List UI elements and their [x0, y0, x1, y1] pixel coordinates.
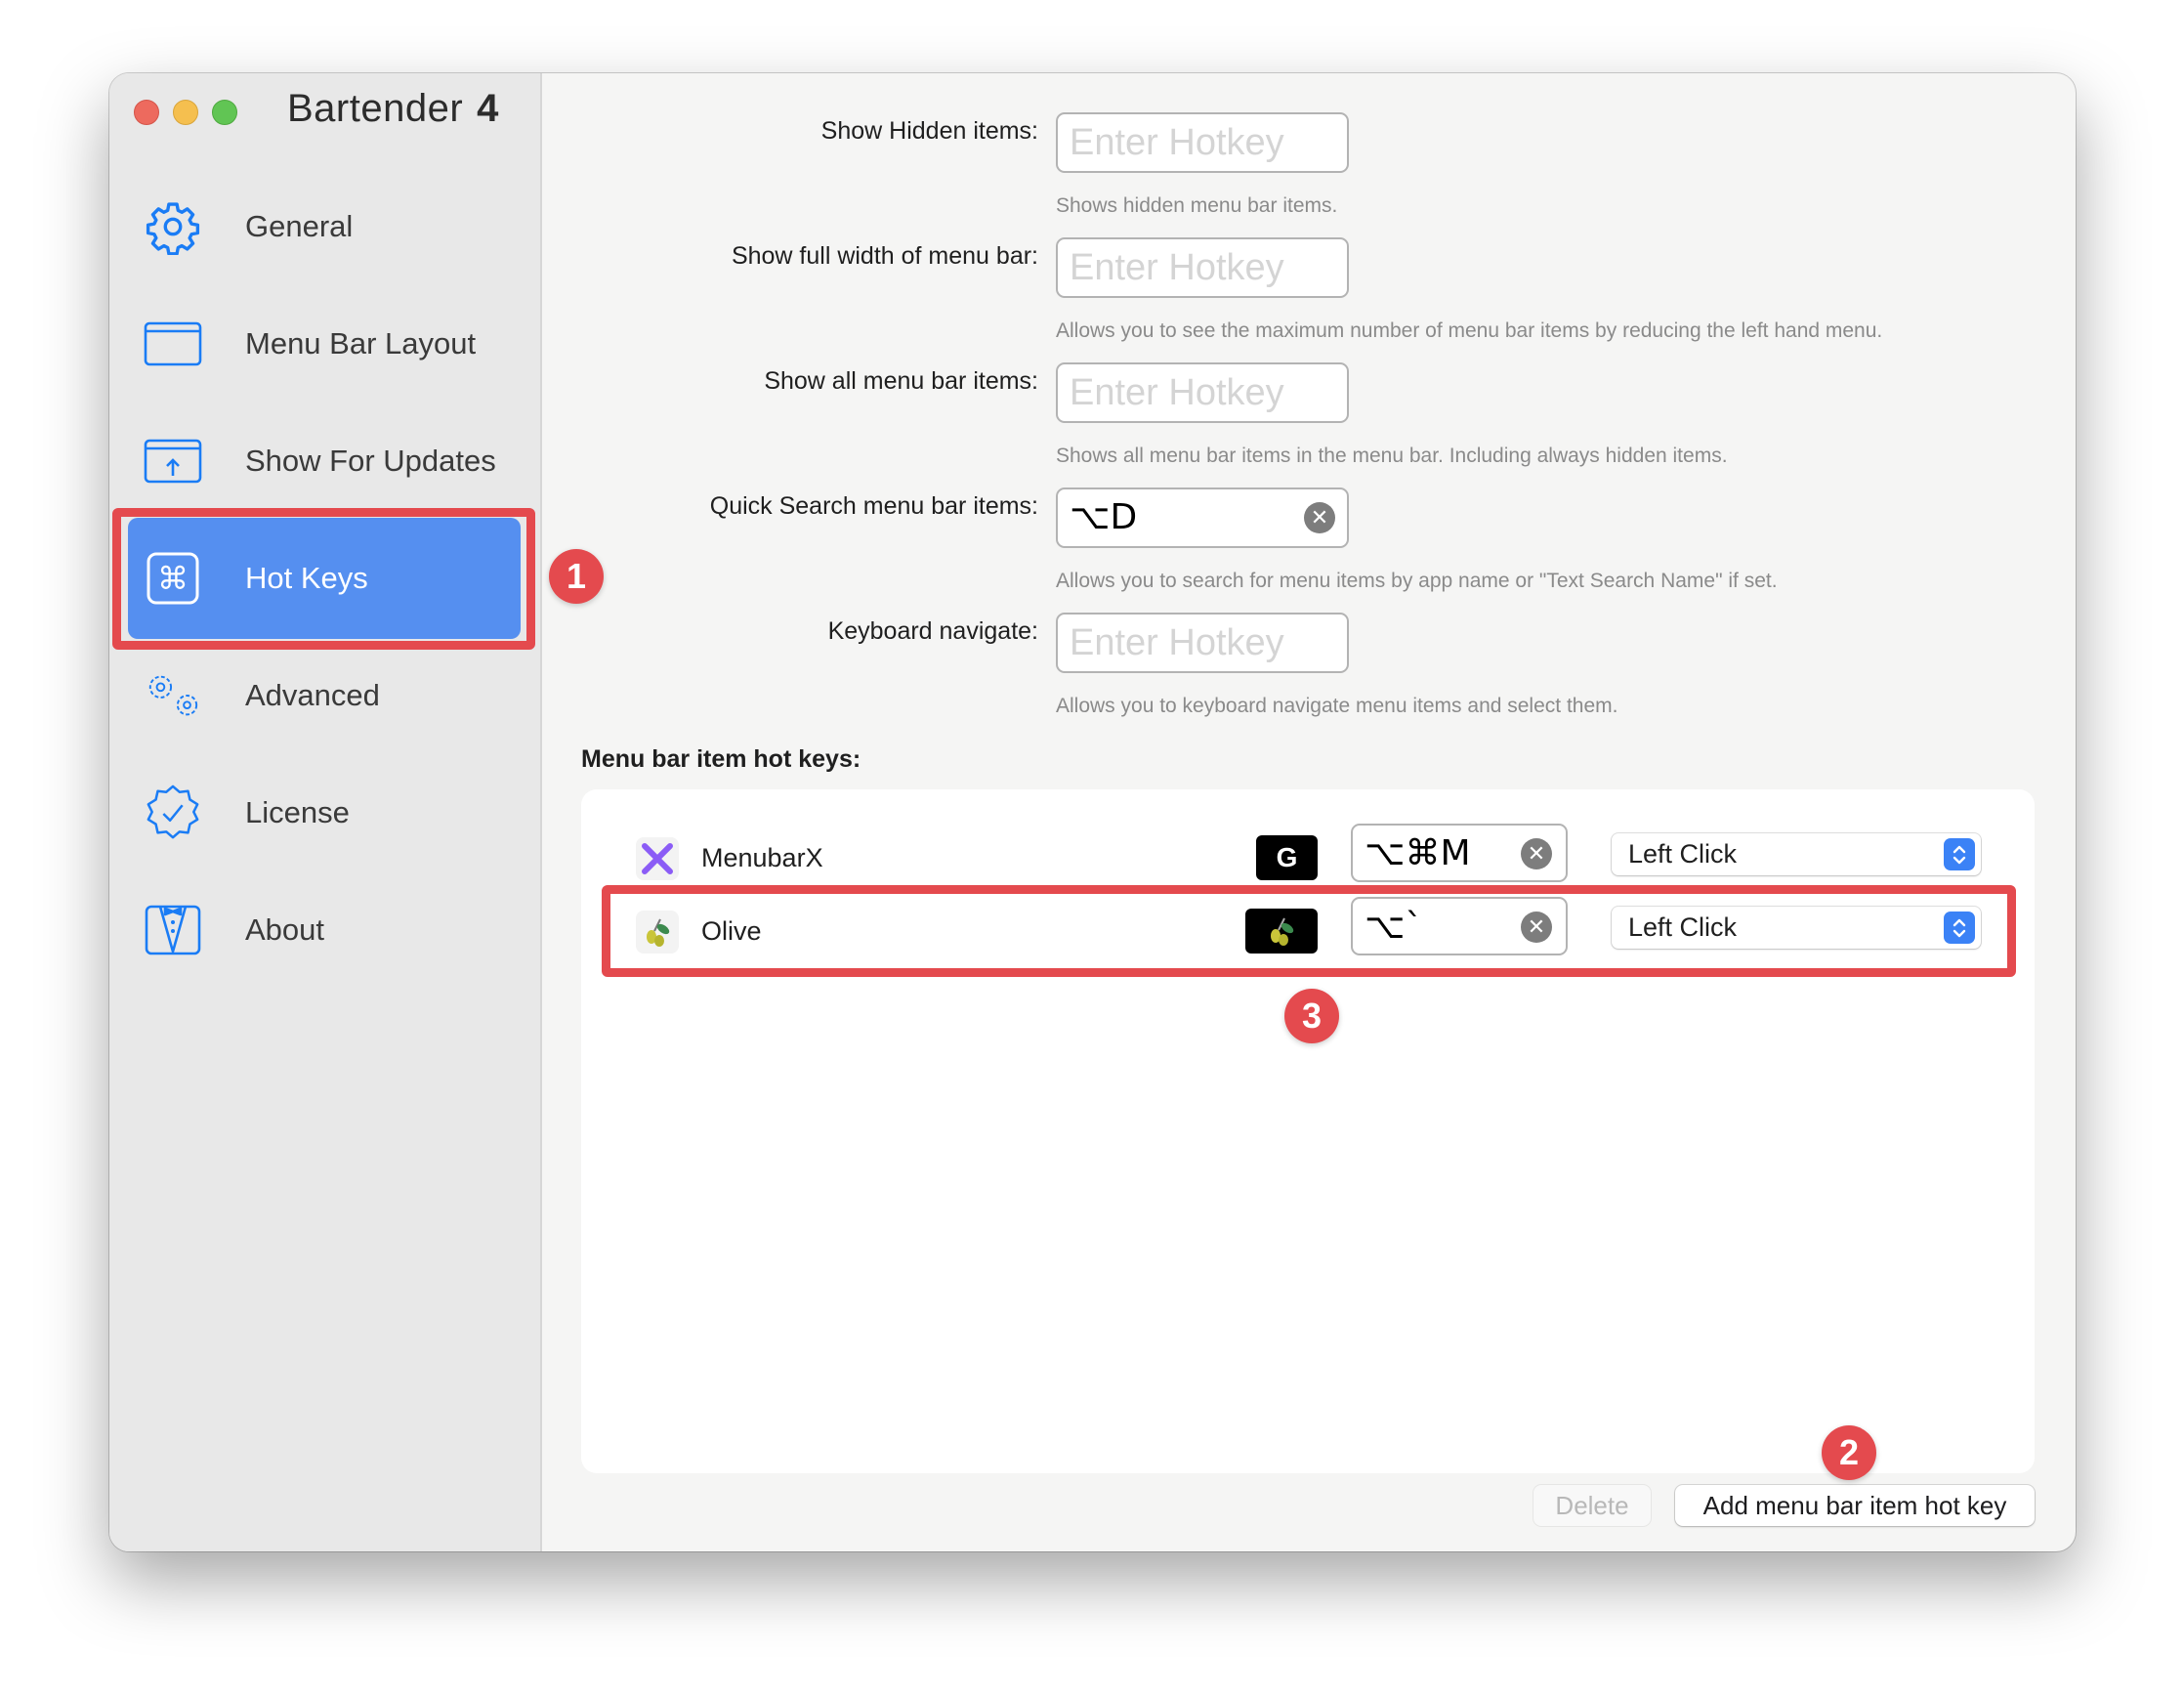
show-all-items-label: Show all menu bar items: [764, 367, 1038, 395]
list-item[interactable]: MenubarX G ⌥⌘M ✕ Left Click [581, 824, 2035, 892]
show-hidden-items-label: Show Hidden items: [820, 117, 1038, 145]
show-hidden-items-hotkey-field[interactable]: Enter Hotkey [1056, 112, 1349, 173]
gear-icon [144, 197, 202, 256]
sidebar-item-label: License [245, 795, 350, 829]
clear-hotkey-button[interactable]: ✕ [1521, 838, 1552, 869]
hotkey-placeholder: Enter Hotkey [1070, 372, 1284, 413]
checkmark-seal-icon [144, 784, 202, 842]
sidebar-item-label: Menu Bar Layout [245, 326, 477, 360]
quick-search-hotkey-field[interactable]: ⌥D ✕ [1056, 488, 1349, 548]
close-window-button[interactable] [134, 100, 159, 125]
menubar-icon-preview: G [1256, 835, 1318, 880]
hotkey-placeholder: Enter Hotkey [1070, 122, 1284, 163]
hotkey-placeholder: Enter Hotkey [1070, 247, 1284, 288]
show-full-width-hotkey-field[interactable]: Enter Hotkey [1056, 237, 1349, 298]
sidebar-item-about[interactable]: About [128, 869, 521, 991]
chevron-up-down-icon [1944, 838, 1975, 870]
section-title: Menu bar item hot keys: [581, 745, 861, 773]
minimize-window-button[interactable] [173, 100, 198, 125]
hotkey-value: ⌥⌘M [1365, 833, 1471, 873]
app-name: MenubarX [701, 843, 823, 872]
annotation-box-3 [602, 885, 2016, 977]
keyboard-navigate-hotkey-field[interactable]: Enter Hotkey [1056, 613, 1349, 673]
sidebar-item-advanced[interactable]: Advanced [128, 635, 521, 756]
sidebar-item-menu-bar-layout[interactable]: Menu Bar Layout [128, 283, 521, 404]
window-arrow-up-icon [144, 432, 202, 490]
add-menu-bar-item-hotkey-button[interactable]: Add menu bar item hot key [1675, 1485, 2035, 1526]
gears-icon [144, 666, 202, 725]
sidebar-item-license[interactable]: License [128, 752, 521, 873]
annotation-badge-1: 1 [549, 549, 604, 604]
sidebar-item-label: About [245, 912, 325, 947]
hotkey-value: ⌥D [1070, 497, 1138, 537]
sidebar-item-label: General [245, 209, 354, 243]
show-all-items-hotkey-field[interactable]: Enter Hotkey [1056, 362, 1349, 423]
app-title: Bartender 4 [287, 87, 499, 131]
sidebar-item-label: Show For Updates [245, 444, 496, 478]
menubarx-app-icon [636, 837, 679, 880]
quick-search-label: Quick Search menu bar items: [709, 492, 1038, 520]
show-hidden-items-help: Shows hidden menu bar items. [1056, 194, 1338, 217]
annotation-badge-3: 3 [1284, 989, 1339, 1043]
annotation-badge-2: 2 [1822, 1425, 1876, 1480]
show-all-items-help: Shows all menu bar items in the menu bar… [1056, 445, 1728, 467]
clear-hotkey-button[interactable]: ✕ [1304, 502, 1335, 533]
sidebar: Bartender 4 General Menu Bar Layout Show … [109, 73, 542, 1551]
hotkey-placeholder: Enter Hotkey [1070, 622, 1284, 663]
show-full-width-help: Allows you to see the maximum number of … [1056, 319, 1883, 342]
show-full-width-label: Show full width of menu bar: [731, 242, 1038, 270]
quick-search-help: Allows you to search for menu items by a… [1056, 570, 1778, 592]
select-value: Left Click [1628, 839, 1738, 869]
zoom-window-button[interactable] [212, 100, 237, 125]
sidebar-item-show-for-updates[interactable]: Show For Updates [128, 401, 521, 522]
delete-button[interactable]: Delete [1533, 1485, 1651, 1526]
click-action-select[interactable]: Left Click [1612, 833, 1981, 875]
sidebar-item-label: Advanced [245, 678, 380, 712]
preferences-window: Bartender 4 General Menu Bar Layout Show … [109, 73, 2076, 1551]
tuxedo-icon [144, 901, 202, 959]
keyboard-navigate-label: Keyboard navigate: [827, 617, 1038, 645]
sidebar-item-general[interactable]: General [128, 166, 521, 287]
window-icon [144, 315, 202, 373]
keyboard-navigate-help: Allows you to keyboard navigate menu ite… [1056, 695, 1618, 717]
app-version: 4 [477, 87, 499, 130]
annotation-box-1 [112, 508, 535, 650]
app-name: Bartender [287, 87, 464, 130]
item-hotkey-field[interactable]: ⌥⌘M ✕ [1351, 824, 1568, 882]
